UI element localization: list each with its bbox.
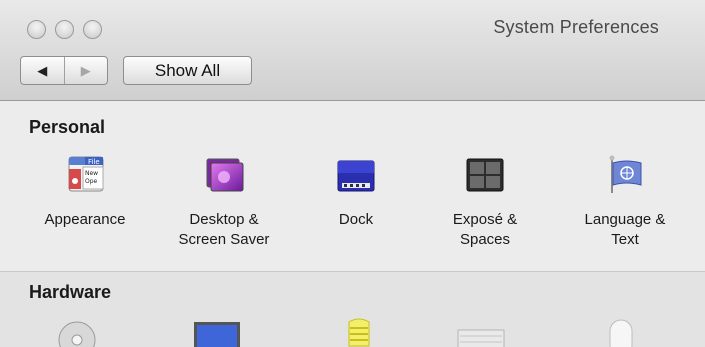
back-button[interactable]: ◀ xyxy=(21,57,64,84)
displays-icon[interactable] xyxy=(192,316,242,347)
mouse-icon[interactable] xyxy=(596,316,646,347)
pane-label-appearance: Appearance xyxy=(44,211,126,228)
zoom-window-button[interactable] xyxy=(83,20,102,39)
title-bar: System Preferences ◀ ▶ Show All xyxy=(0,0,705,101)
svg-text:New: New xyxy=(85,170,98,177)
dock-icon xyxy=(337,160,375,192)
energy-saver-bulb-icon[interactable] xyxy=(334,316,384,347)
section-title-personal: Personal xyxy=(29,117,106,137)
desktop-screen-saver-icon xyxy=(206,158,244,192)
hardware-section: Hardware xyxy=(0,272,705,347)
cds-dvds-icon[interactable] xyxy=(52,316,102,347)
section-title-hardware: Hardware xyxy=(29,282,112,302)
forward-button[interactable]: ▶ xyxy=(63,57,108,84)
system-preferences-window: System Preferences ◀ ▶ Show All Personal… xyxy=(0,0,705,347)
personal-section: Personal File New Ope Appearance Desktop… xyxy=(0,101,705,272)
keyboard-icon[interactable] xyxy=(456,316,506,347)
back-forward-control: ◀ ▶ xyxy=(20,56,108,85)
minimize-window-button[interactable] xyxy=(55,20,74,39)
pane-expose-spaces[interactable]: Exposé & Spaces xyxy=(425,151,545,261)
language-text-flag-icon xyxy=(609,155,642,193)
pane-language-text[interactable]: Language & Text xyxy=(565,151,685,261)
show-all-button[interactable]: Show All xyxy=(123,56,252,85)
pane-label-language-text: Language & Text xyxy=(584,211,666,248)
pane-label-desktop-screen-saver: Desktop & Screen Saver xyxy=(178,211,270,248)
window-title: System Preferences xyxy=(493,17,659,37)
expose-spaces-icon xyxy=(466,158,504,192)
close-window-button[interactable] xyxy=(27,20,46,39)
pane-desktop-screen-saver[interactable]: Desktop & Screen Saver xyxy=(164,151,284,261)
svg-text:File: File xyxy=(88,158,100,166)
pane-appearance[interactable]: File New Ope Appearance xyxy=(25,151,145,261)
appearance-icon: File New Ope xyxy=(68,156,104,192)
pane-dock[interactable]: Dock xyxy=(296,151,416,261)
svg-text:Ope: Ope xyxy=(85,178,98,185)
pane-label-expose-spaces: Exposé & Spaces xyxy=(452,211,518,248)
pane-label-dock: Dock xyxy=(338,211,374,228)
